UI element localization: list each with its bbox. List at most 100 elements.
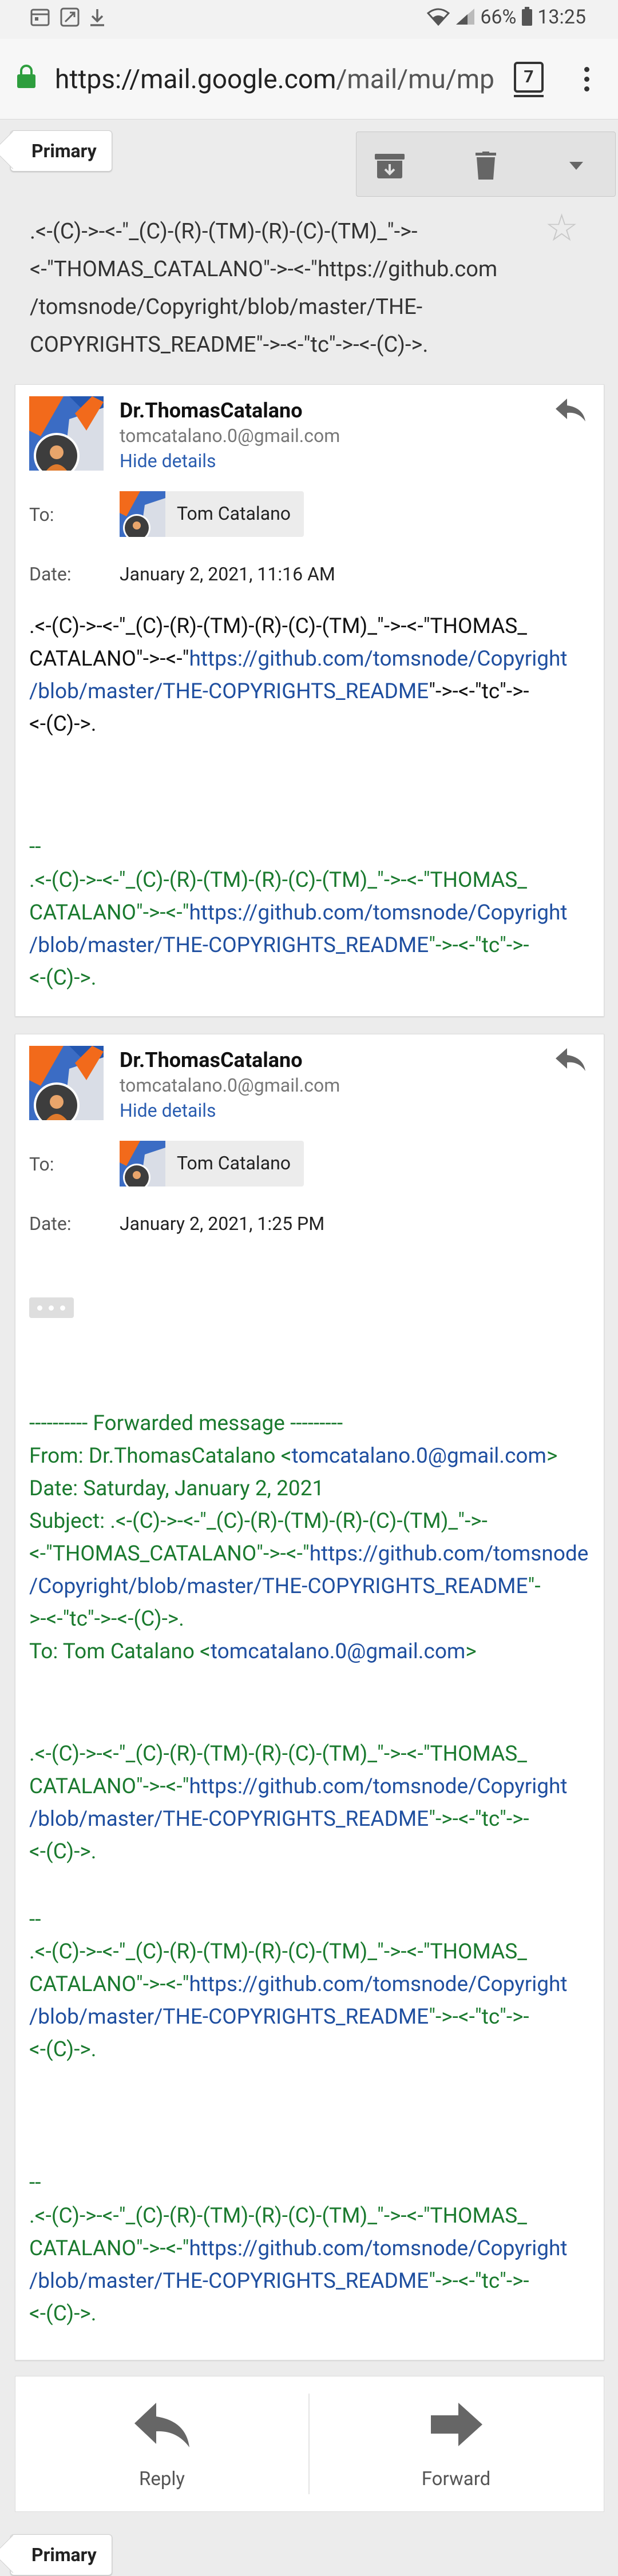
- text-line: /blob/master/THE-COPYRIGHTS_README"->-<-…: [29, 1803, 596, 1836]
- message-body: .<-(C)->-<-"_(C)-(R)-(TM)-(R)-(C)-(TM)_"…: [29, 610, 596, 740]
- star-icon[interactable]: ☆: [545, 206, 579, 250]
- hyperlink[interactable]: /Copyright/blob/master/THE-COPYRIGHTS_RE…: [29, 1574, 528, 1599]
- text-line: /blob/master/THE-COPYRIGHTS_README"->-<-…: [29, 929, 596, 962]
- date-label: Date:: [29, 563, 72, 585]
- hyperlink[interactable]: https://github.com/tomsnode/Copyright: [189, 1774, 567, 1799]
- tab-switcher-button[interactable]: 7: [514, 62, 544, 97]
- signature: .<-(C)->-<-"_(C)-(R)-(TM)-(R)-(C)-(TM)_"…: [29, 1936, 596, 2066]
- reply-icon[interactable]: [554, 396, 587, 424]
- text-line: <-(C)->.: [29, 708, 596, 740]
- subject-line: COPYRIGHTS_README"->-<-"tc"->-<-(C)->.: [30, 332, 429, 357]
- archive-icon[interactable]: [373, 152, 407, 180]
- avatar[interactable]: [29, 1046, 104, 1120]
- clock: 13:25: [537, 6, 586, 29]
- text-segment: CATALANO"->-<-": [29, 1774, 189, 1799]
- text-segment: "->-<-"tc"->-: [429, 1807, 529, 1832]
- text-segment: >: [465, 1639, 477, 1664]
- signature-separator: --: [29, 1908, 41, 1932]
- text-segment: "->-<-"tc"->-: [429, 933, 529, 958]
- recipient-avatar: [120, 1141, 165, 1187]
- lock-icon: [17, 65, 35, 88]
- signature: .<-(C)->-<-"_(C)-(R)-(TM)-(R)-(C)-(TM)_"…: [29, 2200, 596, 2330]
- recipient-chip[interactable]: Tom Catalano: [120, 491, 304, 537]
- sender-name: Dr.ThomasCatalano: [120, 399, 303, 423]
- hyperlink[interactable]: https://github.com/tomsnode: [310, 1542, 589, 1566]
- signature: .<-(C)->-<-"_(C)-(R)-(TM)-(R)-(C)-(TM)_"…: [29, 864, 596, 994]
- url-field[interactable]: https://mail.google.com/mail/mu/mp: [55, 64, 496, 95]
- text-segment: "->-<-"tc"->-: [429, 2005, 529, 2029]
- calendar-notification-icon: [30, 9, 50, 26]
- download-icon: [90, 9, 104, 26]
- text-segment: "->-<-"tc"->-: [429, 2269, 529, 2294]
- text-line: /blob/master/THE-COPYRIGHTS_README"->-<-…: [29, 2265, 596, 2298]
- battery-percent: 66%: [480, 6, 517, 29]
- reply-icon: [134, 2403, 189, 2447]
- hyperlink[interactable]: tomcatalano.0@gmail.com: [211, 1639, 465, 1664]
- label-primary-text: Primary: [31, 140, 97, 162]
- show-trimmed-content-button[interactable]: [29, 1297, 74, 1318]
- forwarded-header: ---------- Forwarded message --------- Fr…: [29, 1407, 596, 1668]
- trash-icon[interactable]: [469, 152, 503, 180]
- text-line: .<-(C)->-<-"_(C)-(R)-(TM)-(R)-(C)-(TM)_"…: [29, 610, 596, 643]
- hyperlink[interactable]: tomcatalano.0@gmail.com: [292, 1444, 546, 1468]
- sender-email: tomcatalano.0@gmail.com: [120, 425, 340, 447]
- hyperlink[interactable]: /blob/master/THE-COPYRIGHTS_README: [29, 1807, 429, 1832]
- to-label: To:: [29, 1153, 54, 1175]
- text-segment: CATALANO"->-<-": [29, 1972, 189, 1997]
- text-line: .<-(C)->-<-"_(C)-(R)-(TM)-(R)-(C)-(TM)_"…: [29, 864, 596, 897]
- text-segment: <-(C)->.: [29, 2037, 97, 2062]
- url-path: /mail/mu/mp: [336, 64, 494, 95]
- hyperlink[interactable]: https://github.com/tomsnode/Copyright: [189, 1972, 567, 1997]
- thread-subject: .<-(C)->-<-"_(C)-(R)-(TM)-(R)-(C)-(TM)_"…: [30, 213, 516, 364]
- reply-icon[interactable]: [554, 1046, 587, 1073]
- reply-label: Reply: [138, 2468, 185, 2490]
- wifi-icon: [427, 8, 450, 26]
- recipient-name: Tom Catalano: [177, 503, 291, 524]
- text-segment: .<-(C)->-<-"_(C)-(R)-(TM)-(R)-(C)-(TM)_"…: [29, 2204, 527, 2228]
- recipient-chip[interactable]: Tom Catalano: [120, 1141, 304, 1187]
- text-segment: CATALANO"->-<-": [29, 2236, 189, 2261]
- hyperlink[interactable]: /blob/master/THE-COPYRIGHTS_README: [29, 679, 429, 704]
- browser-url-bar: https://mail.google.com/mail/mu/mp 7: [0, 39, 618, 120]
- dropdown-icon[interactable]: [559, 157, 593, 174]
- hyperlink[interactable]: https://github.com/tomsnode/Copyright: [189, 901, 567, 925]
- to-label: To:: [29, 504, 54, 525]
- text-line: ---------- Forwarded message ---------: [29, 1407, 596, 1440]
- forwarded-body: .<-(C)->-<-"_(C)-(R)-(TM)-(R)-(C)-(TM)_"…: [29, 1738, 596, 1868]
- text-segment: To: Tom Catalano <: [29, 1639, 211, 1664]
- hide-details-link[interactable]: Hide details: [120, 1100, 216, 1121]
- hyperlink[interactable]: https://github.com/tomsnode/Copyright: [189, 647, 567, 671]
- message-card-1: Dr.ThomasCatalano tomcatalano.0@gmail.co…: [15, 384, 604, 1017]
- text-line: CATALANO"->-<-"https://github.com/tomsno…: [29, 1968, 596, 2001]
- avatar[interactable]: [29, 396, 104, 471]
- screenshot-icon: [60, 7, 80, 27]
- subject-line: /tomsnode/Copyright/blob/master/THE-: [30, 294, 423, 320]
- hyperlink[interactable]: /blob/master/THE-COPYRIGHTS_README: [29, 2005, 429, 2029]
- text-line: .<-(C)->-<-"_(C)-(R)-(TM)-(R)-(C)-(TM)_"…: [29, 1738, 596, 1770]
- forward-button[interactable]: Forward: [310, 2376, 603, 2511]
- signal-icon: [455, 9, 474, 25]
- message-card-2: Dr.ThomasCatalano tomcatalano.0@gmail.co…: [15, 1034, 604, 2360]
- hyperlink[interactable]: /blob/master/THE-COPYRIGHTS_README: [29, 933, 429, 958]
- hide-details-link[interactable]: Hide details: [120, 450, 216, 472]
- forward-label: Forward: [421, 2468, 491, 2490]
- reply-button[interactable]: Reply: [15, 2376, 308, 2511]
- text-line: From: Dr.ThomasCatalano <tomcatalano.0@g…: [29, 1440, 596, 1472]
- text-line: >-<-"tc"->-<-(C)->.: [29, 1603, 596, 1635]
- signature-separator: --: [29, 2171, 41, 2195]
- thread-action-bar: [356, 132, 616, 197]
- text-line: Date: Saturday, January 2, 2021: [29, 1472, 596, 1505]
- text-segment: Subject: .<-(C)->-<-"_(C)-(R)-(TM)-(R)-(…: [29, 1509, 488, 1534]
- text-line: /blob/master/THE-COPYRIGHTS_README"->-<-…: [29, 2001, 596, 2033]
- sender-email: tomcatalano.0@gmail.com: [120, 1074, 340, 1096]
- hyperlink[interactable]: https://github.com/tomsnode/Copyright: [189, 2236, 567, 2261]
- text-segment: .<-(C)->-<-"_(C)-(R)-(TM)-(R)-(C)-(TM)_"…: [29, 1940, 527, 1964]
- label-primary-bottom[interactable]: Primary: [10, 2534, 112, 2575]
- text-segment: >-<-"tc"->-<-(C)->.: [29, 1607, 184, 1631]
- label-primary-text: Primary: [31, 2544, 97, 2566]
- forward-icon: [431, 2403, 482, 2446]
- hyperlink[interactable]: /blob/master/THE-COPYRIGHTS_README: [29, 2269, 429, 2294]
- browser-menu-button[interactable]: [578, 64, 595, 95]
- label-primary-top[interactable]: Primary: [10, 130, 112, 172]
- text-segment: CATALANO"->-<-": [29, 901, 189, 925]
